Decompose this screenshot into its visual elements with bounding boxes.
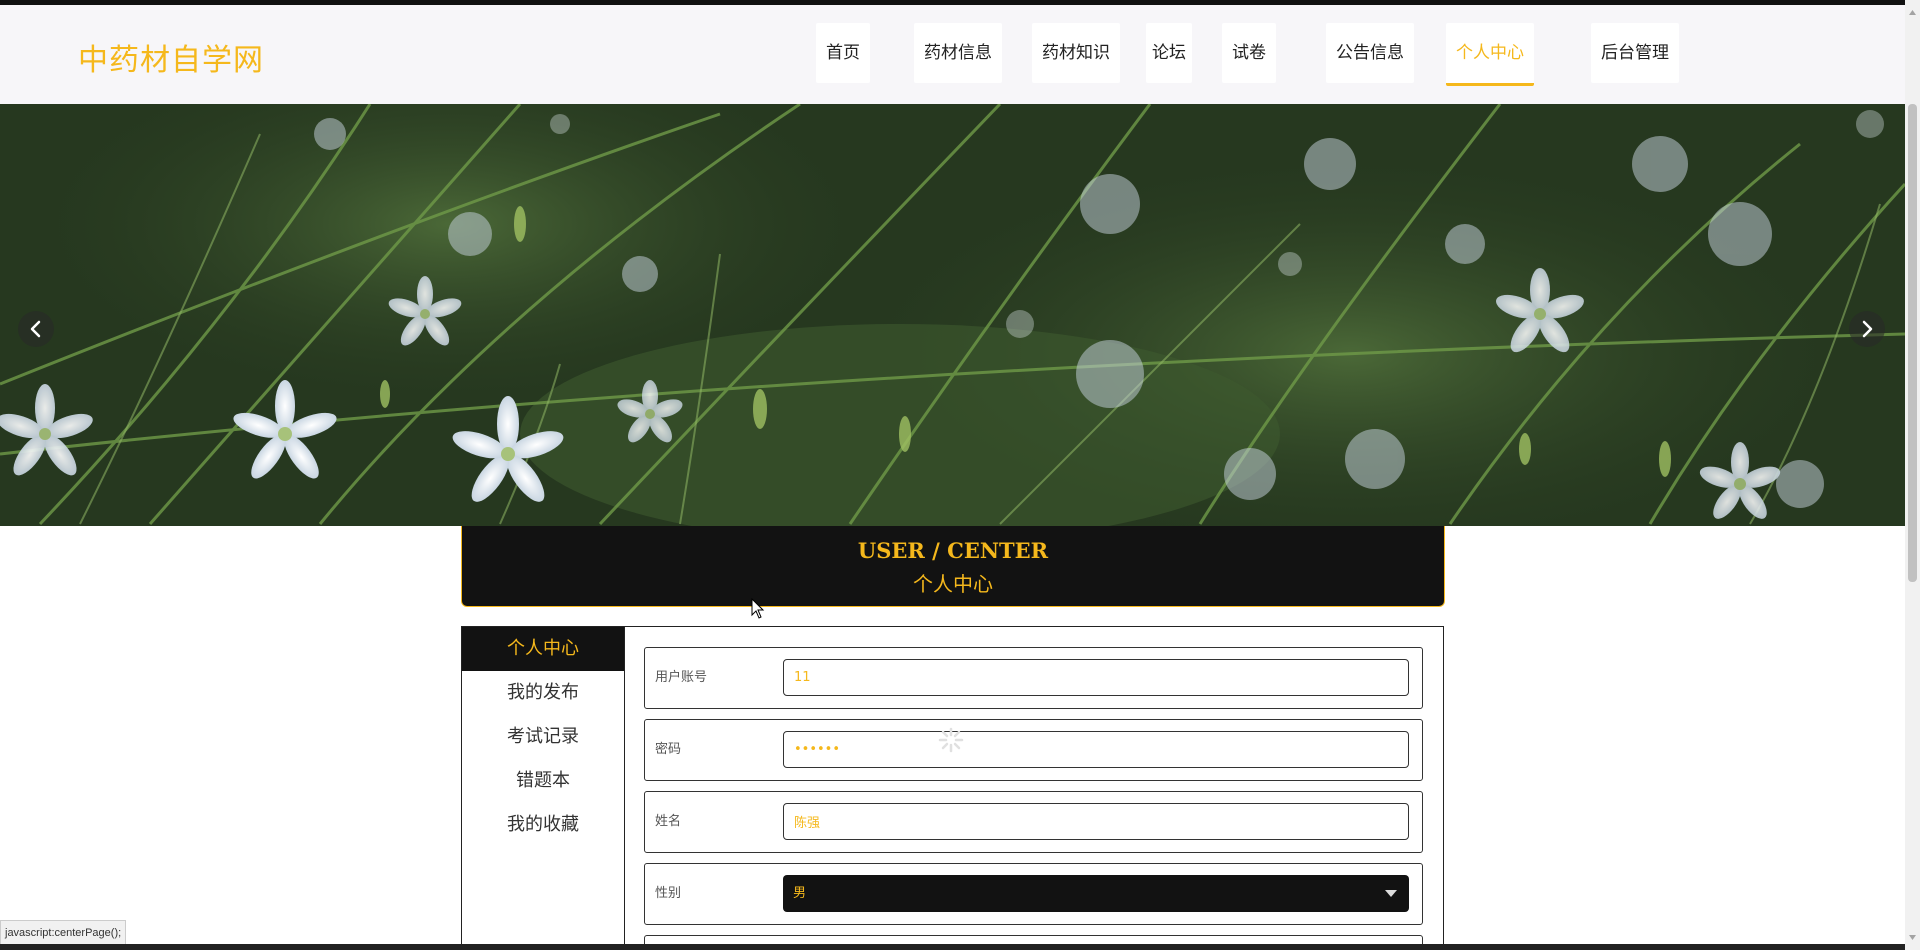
nav-item-announcements[interactable]: 公告信息: [1326, 23, 1414, 83]
browser-status-bar: javascript:centerPage();: [0, 920, 127, 946]
nav-item-herb-knowledge[interactable]: 药材知识: [1032, 23, 1120, 83]
password-label: 密码: [655, 742, 682, 757]
banner-carousel: [0, 104, 1905, 526]
section-title-block: USER / CENTER 个人中心: [461, 526, 1445, 607]
window-bottom-border: [0, 944, 1905, 950]
carousel-prev-button[interactable]: [18, 311, 54, 347]
side-item-favorites[interactable]: 我的收藏: [462, 803, 624, 847]
chevron-right-icon: [1862, 320, 1873, 338]
nav-item-herb-info[interactable]: 药材信息: [914, 23, 1002, 83]
nav-item-user-center[interactable]: 个人中心: [1446, 23, 1534, 86]
password-input[interactable]: [783, 731, 1409, 768]
gender-select-value: 男: [793, 886, 807, 901]
gender-label: 性别: [655, 886, 682, 901]
caret-down-icon: [1385, 890, 1397, 897]
page-scrollbar[interactable]: [1905, 0, 1920, 950]
side-item-user-center[interactable]: 个人中心: [462, 627, 624, 671]
gender-select[interactable]: 男: [783, 875, 1409, 912]
nav-item-home[interactable]: 首页: [816, 23, 870, 83]
nav-item-admin[interactable]: 后台管理: [1591, 23, 1679, 83]
nav-item-forum[interactable]: 论坛: [1146, 23, 1192, 83]
side-item-my-posts[interactable]: 我的发布: [462, 671, 624, 715]
account-input[interactable]: [783, 659, 1409, 696]
side-menu: 个人中心 我的发布 考试记录 错题本 我的收藏: [462, 627, 625, 950]
side-item-wrong-answers[interactable]: 错题本: [462, 759, 624, 803]
form-row-account: 用户账号: [644, 647, 1423, 709]
chevron-left-icon: [30, 320, 41, 338]
form-row-name: 姓名: [644, 791, 1423, 853]
site-header: 中药材自学网 首页 药材信息 药材知识 论坛 试卷 公告信息 个人中心 后台管理: [0, 5, 1905, 104]
nav-item-exam-paper[interactable]: 试卷: [1222, 23, 1276, 83]
section-title-en: USER / CENTER: [857, 538, 1049, 563]
account-label: 用户账号: [655, 670, 708, 685]
name-input[interactable]: [783, 803, 1409, 840]
site-logo[interactable]: 中药材自学网: [78, 35, 264, 79]
form-row-password: 密码: [644, 719, 1423, 781]
carousel-next-button[interactable]: [1849, 311, 1885, 347]
side-item-exam-records[interactable]: 考试记录: [462, 715, 624, 759]
scrollbar-thumb[interactable]: [1908, 104, 1917, 582]
name-label: 姓名: [655, 814, 682, 829]
form-row-gender: 性别 男: [644, 863, 1423, 925]
section-title-zh: 个人中心: [913, 572, 993, 596]
scroll-up-icon[interactable]: [1905, 5, 1920, 20]
scroll-down-icon[interactable]: [1905, 930, 1920, 945]
user-center-panel: 个人中心 我的发布 考试记录 错题本 我的收藏 用户账号 密码 姓名 性别 男: [461, 626, 1444, 950]
loading-spinner-icon: [938, 727, 964, 753]
banner-flower-image: [0, 104, 1905, 526]
mouse-cursor-icon: [751, 598, 765, 619]
page-viewport: 中药材自学网 首页 药材信息 药材知识 论坛 试卷 公告信息 个人中心 后台管理: [0, 0, 1905, 950]
